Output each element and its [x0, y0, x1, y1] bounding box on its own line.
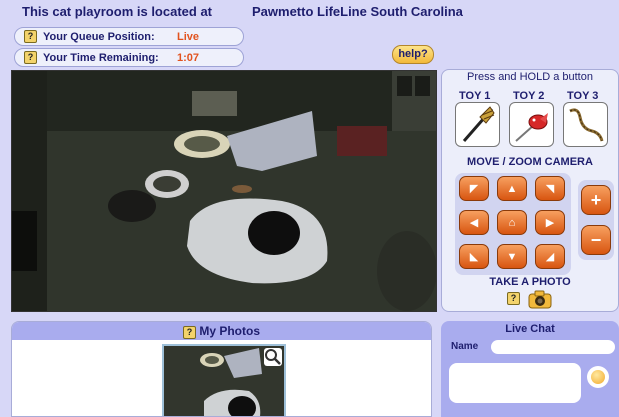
toy-2-label: TOY 2 [513, 90, 545, 102]
time-remaining-label: Your Time Remaining: [43, 51, 159, 64]
queue-position-label: Your Queue Position: [43, 30, 155, 43]
string-toy-icon [568, 107, 603, 141]
pan-down-right-button[interactable]: ◢ [535, 244, 565, 269]
photo-help-icon[interactable]: ? [507, 292, 520, 305]
live-chat-panel: Live Chat Name [441, 321, 619, 417]
camera-scene-image [12, 71, 436, 311]
my-photos-title: My Photos [199, 324, 260, 338]
camera-direction-pad: ◤ ▲ ◥ ◀ ⌂ ▶ ◣ ▼ ◢ [455, 173, 571, 275]
pan-up-button[interactable]: ▲ [497, 176, 527, 201]
take-photo-title: TAKE A PHOTO [489, 276, 571, 288]
send-icon [591, 370, 605, 384]
controls-panel: Press and HOLD a button TOY 1 TOY 2 TOY … [441, 69, 619, 312]
pan-down-left-button[interactable]: ◣ [459, 244, 489, 269]
toy-2-button[interactable] [509, 102, 554, 147]
arrow-right-icon: ▶ [545, 217, 555, 229]
arrow-down-left-icon: ◣ [469, 251, 479, 263]
zoom-in-button[interactable]: + [581, 185, 611, 215]
queue-position-value: Live [177, 30, 200, 43]
toy-1-button[interactable] [455, 102, 500, 147]
my-photos-panel: ? My Photos [11, 321, 432, 417]
arrow-down-icon: ▼ [506, 250, 518, 263]
arrow-up-right-icon: ◥ [545, 183, 555, 195]
toy-1-label: TOY 1 [459, 90, 491, 102]
time-remaining-value: 1:07 [177, 51, 200, 64]
camera-home-button[interactable]: ⌂ [497, 210, 527, 235]
pan-up-left-button[interactable]: ◤ [459, 176, 489, 201]
pan-up-right-button[interactable]: ◥ [535, 176, 565, 201]
header-title: This cat playroom is located at [22, 4, 212, 19]
live-chat-title: Live Chat [505, 323, 555, 335]
mouse-toy-icon [514, 112, 548, 142]
chat-send-button[interactable] [587, 366, 609, 388]
move-zoom-title: MOVE / ZOOM CAMERA [467, 156, 593, 168]
zoom-out-button[interactable]: − [581, 225, 611, 255]
pan-down-button[interactable]: ▼ [497, 244, 527, 269]
home-icon: ⌂ [508, 216, 516, 229]
zoom-controls: + − [578, 180, 614, 260]
chat-name-input[interactable] [491, 340, 615, 354]
queue-position-bar: ? Your Queue Position: Live [14, 27, 244, 46]
chat-name-label: Name [451, 341, 479, 352]
camera-icon [528, 290, 552, 309]
my-photos-header: ? My Photos [12, 322, 431, 340]
arrow-up-left-icon: ◤ [469, 183, 479, 195]
room-location-header: This cat playroom is located at Pawmetto… [22, 4, 463, 19]
help-button[interactable]: help? [392, 45, 434, 64]
arrow-down-right-icon: ◢ [545, 251, 555, 263]
time-help-icon[interactable]: ? [24, 51, 37, 64]
photos-help-icon[interactable]: ? [182, 326, 196, 339]
arrow-left-icon: ◀ [469, 217, 479, 229]
feather-wand-icon [462, 105, 495, 142]
pan-left-button[interactable]: ◀ [459, 210, 489, 235]
pan-right-button[interactable]: ▶ [535, 210, 565, 235]
magnify-icon[interactable] [264, 348, 282, 366]
toy-3-button[interactable] [563, 102, 608, 147]
take-photo-button[interactable] [528, 289, 552, 314]
queue-help-icon[interactable]: ? [24, 30, 37, 43]
header-location: Pawmetto LifeLine South Carolina [252, 4, 463, 19]
time-remaining-bar: ? Your Time Remaining: 1:07 [14, 48, 244, 67]
arrow-up-icon: ▲ [506, 182, 518, 195]
live-camera-feed [11, 70, 437, 312]
hold-instruction: Press and HOLD a button [467, 71, 593, 83]
photo-thumbnail[interactable] [162, 344, 286, 416]
chat-message-input[interactable] [449, 363, 581, 403]
toy-3-label: TOY 3 [567, 90, 599, 102]
